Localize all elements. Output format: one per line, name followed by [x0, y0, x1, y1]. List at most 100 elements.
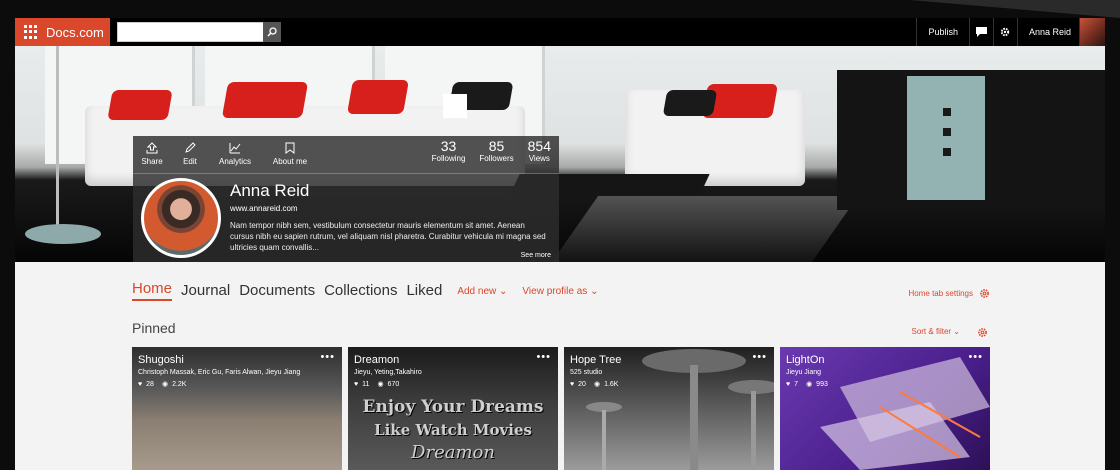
view-profile-as-label: View profile as — [522, 286, 588, 297]
card-views: 670 — [387, 380, 400, 388]
views-count: 854 — [527, 138, 551, 154]
cover-image: Share Edit Analytics About me 33 Followi… — [15, 46, 1105, 262]
cushion-decoration — [107, 90, 173, 120]
cushion-decoration — [347, 80, 409, 114]
card-shugoshi[interactable]: Shugoshi Christoph Massak, Eric Gu, Fari… — [132, 347, 342, 470]
chevron-down-icon: ⌄ — [590, 286, 599, 297]
main-content: Home Journal Documents Collections Liked… — [15, 262, 1105, 470]
card-lighton[interactable]: LightOn Jieyu Jiang ♥ 7 ◉ 993 ••• — [780, 347, 990, 470]
search-icon — [267, 27, 277, 37]
card-authors: Jieyu Jiang — [786, 369, 822, 376]
profile-actions: Share Edit Analytics About me — [133, 136, 319, 172]
lamp-base-decoration — [25, 224, 101, 244]
top-bar: Docs.com Publish Anna Reid — [15, 18, 1105, 46]
more-options-icon[interactable]: ••• — [320, 351, 335, 363]
more-options-icon[interactable]: ••• — [536, 351, 551, 363]
cabinet-knob-decoration — [943, 108, 951, 116]
following-count: 33 — [440, 138, 457, 154]
following-stat[interactable]: 33 Following — [432, 138, 466, 163]
floor-reflection-decoration — [551, 196, 859, 262]
card-hope-tree[interactable]: Hope Tree 525 studio ♥ 20 ◉ 1.6K ••• — [564, 347, 774, 470]
user-name[interactable]: Anna Reid — [1016, 18, 1079, 46]
brand-label: Docs.com — [46, 24, 104, 40]
card-title: LightOn — [786, 354, 825, 366]
cabinet-knob-decoration — [943, 148, 951, 156]
search-button[interactable] — [263, 22, 281, 42]
gear-icon — [978, 328, 987, 337]
share-button[interactable]: Share — [133, 136, 171, 172]
card-views: 2.2K — [172, 380, 187, 388]
gear-icon — [980, 289, 989, 298]
card-likes: 7 — [794, 380, 799, 388]
card-authors: Jieyu, Yeting,Takahiro — [354, 369, 422, 376]
views-stat: 854 Views — [528, 138, 551, 163]
pencil-icon — [185, 142, 196, 153]
profile-url[interactable]: www.annareid.com — [230, 204, 298, 213]
add-new-label: Add new — [457, 286, 497, 297]
tab-home[interactable]: Home — [132, 280, 173, 301]
card-title: Dreamon — [354, 354, 400, 366]
page-frame: Docs.com Publish Anna Reid Share Edit An… — [0, 0, 1120, 470]
settings-button[interactable] — [992, 18, 1017, 46]
home-tab-settings-link[interactable]: Home tab settings — [909, 288, 990, 299]
sort-filter-label: Sort & filter — [911, 327, 952, 336]
more-options-icon[interactable]: ••• — [968, 351, 983, 363]
heart-icon: ♥ — [786, 380, 791, 388]
followers-stat[interactable]: 85 Followers — [479, 138, 513, 163]
eye-icon: ◉ — [377, 381, 384, 388]
chevron-down-icon: ⌄ — [953, 327, 960, 336]
topbar-right: Publish Anna Reid — [916, 18, 1105, 46]
profile-stats: 33 Following 85 Followers 854 Views — [432, 138, 551, 163]
about-me-button[interactable]: About me — [261, 136, 319, 172]
analytics-button[interactable]: Analytics — [209, 136, 261, 172]
edit-button[interactable]: Edit — [171, 136, 209, 172]
cushion-decoration — [662, 90, 718, 116]
gear-icon — [1001, 27, 1010, 37]
heart-icon: ♥ — [354, 380, 359, 388]
card-stats: ♥ 28 ◉ 2.2K — [138, 380, 187, 389]
brand-button[interactable]: Docs.com — [15, 18, 110, 46]
cabinet-decoration — [837, 70, 1105, 210]
see-more-link[interactable]: See more — [521, 252, 551, 259]
sort-filter-dropdown[interactable]: Sort & filter ⌄ — [911, 327, 960, 336]
share-icon — [146, 142, 158, 154]
tab-liked[interactable]: Liked — [406, 282, 442, 301]
comment-button[interactable] — [968, 18, 993, 46]
add-new-dropdown[interactable]: Add new ⌄ — [457, 286, 507, 301]
app-launcher-icon[interactable] — [24, 25, 38, 39]
analytics-label: Analytics — [218, 157, 251, 166]
following-label: Following — [431, 154, 466, 163]
view-profile-as-dropdown[interactable]: View profile as ⌄ — [522, 286, 598, 301]
tree-illustration — [586, 349, 774, 470]
profile-tabs: Home Journal Documents Collections Liked… — [132, 280, 607, 301]
user-avatar[interactable] — [1079, 18, 1105, 46]
eye-icon: ◉ — [161, 381, 169, 388]
cushion-decoration — [221, 82, 309, 118]
frame-corner-decoration — [910, 0, 1120, 18]
cabinet-panel-decoration — [907, 76, 985, 200]
heart-icon: ♥ — [138, 380, 143, 388]
pinned-settings-button[interactable] — [977, 325, 988, 343]
card-stats: ♥ 11 ◉ 670 — [354, 380, 400, 389]
tab-collections[interactable]: Collections — [324, 282, 397, 301]
followers-count: 85 — [488, 138, 505, 154]
tab-journal[interactable]: Journal — [181, 282, 230, 301]
publish-button[interactable]: Publish — [916, 18, 969, 46]
profile-bio: Nam tempor nibh sem, vestibulum consecte… — [230, 221, 546, 252]
tab-documents[interactable]: Documents — [239, 282, 315, 301]
card-views: 993 — [816, 380, 828, 388]
card-title: Shugoshi — [138, 354, 184, 366]
card-authors: Christoph Massak, Eric Gu, Faris Alwan, … — [138, 369, 301, 376]
card-dreamon[interactable]: Dreamon Jieyu, Yeting,Takahiro ♥ 11 ◉ 67… — [348, 347, 558, 470]
card-art-text: Enjoy Your Dreams — [362, 397, 544, 417]
profile-avatar — [141, 178, 221, 258]
about-me-label: About me — [272, 157, 308, 166]
floor-lamp-decoration — [56, 46, 59, 236]
eye-icon: ◉ — [806, 381, 813, 388]
card-stats: ♥ 7 ◉ 993 — [786, 380, 828, 389]
card-likes: 11 — [362, 380, 370, 388]
profile-card: Share Edit Analytics About me 33 Followi… — [133, 136, 559, 262]
card-art-text: Dreamon — [411, 442, 495, 463]
search-input[interactable] — [117, 22, 281, 42]
share-label: Share — [141, 157, 163, 166]
